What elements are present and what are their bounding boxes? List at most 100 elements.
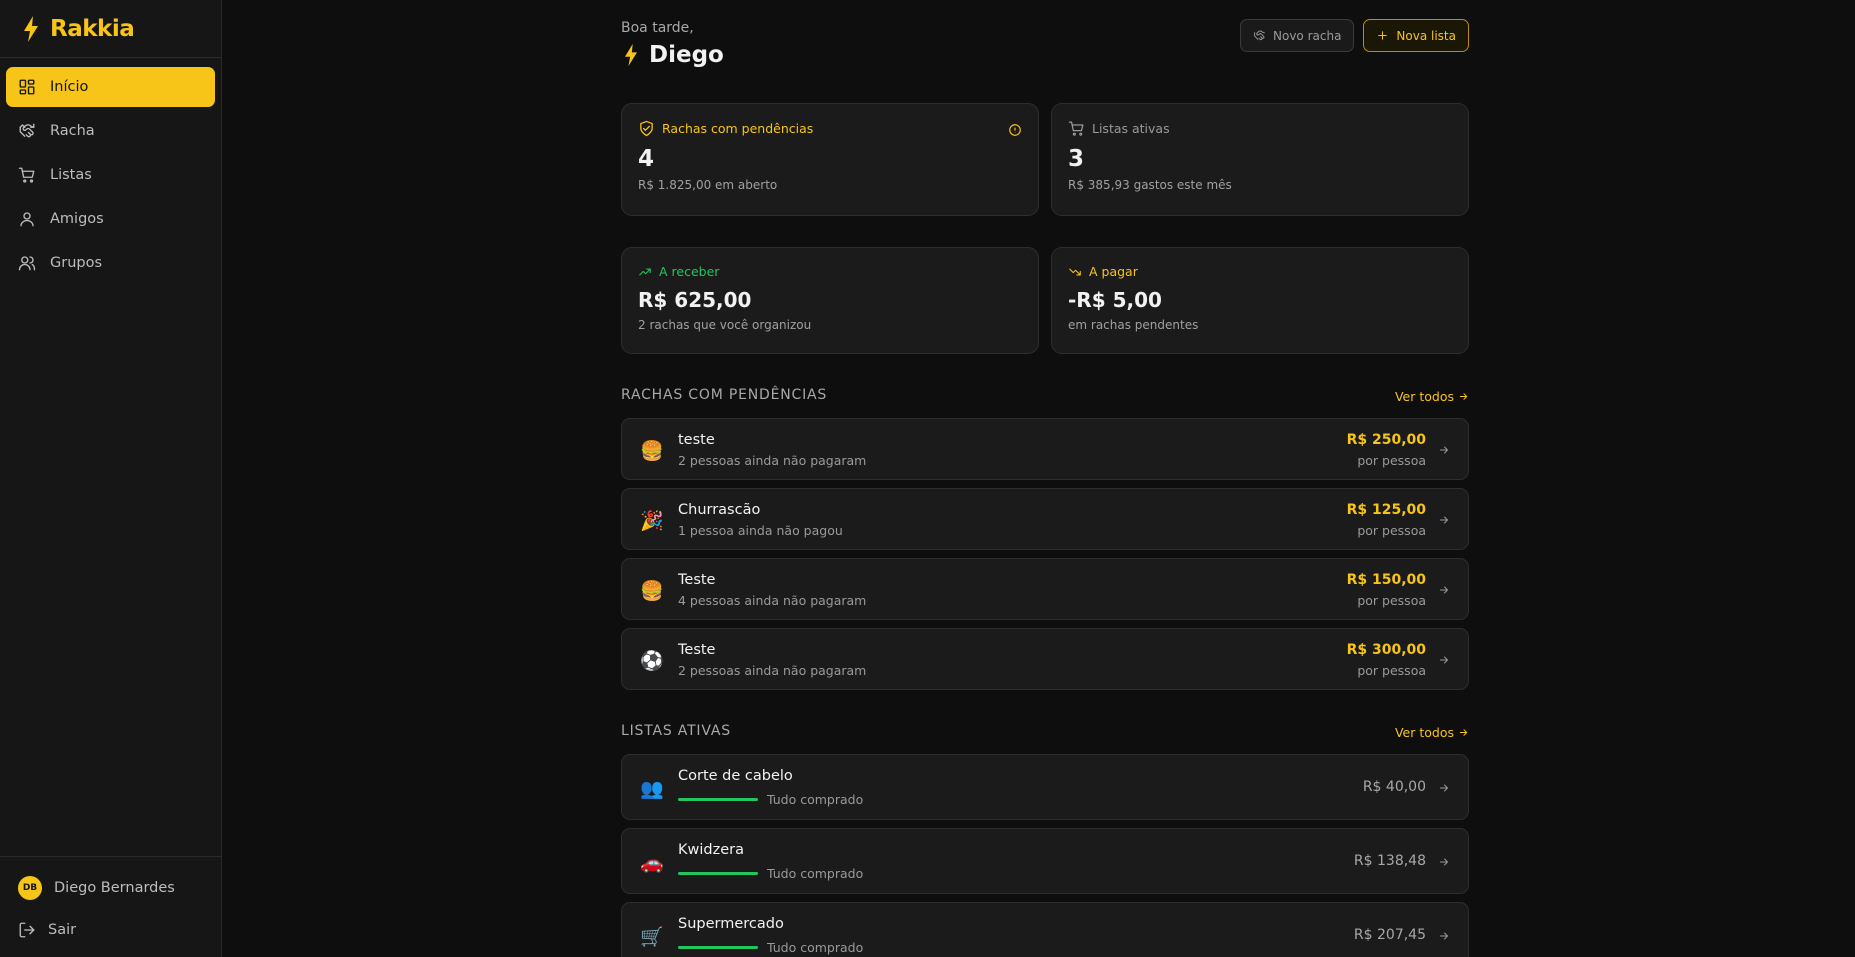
- sidebar-item-grupos[interactable]: Grupos: [6, 243, 215, 283]
- item-subtitle: 2 pessoas ainda não pagaram: [678, 663, 867, 678]
- pending-splits-sub: R$ 1.825,00 em aberto: [638, 178, 778, 192]
- burger-icon: 🍔: [640, 580, 664, 602]
- active-list-item[interactable]: 🛒 Supermercado Tudo comprado R$ 207,45: [621, 902, 1469, 957]
- arrow-right-icon: [1440, 586, 1448, 594]
- sidebar-nav: Início Racha Listas Amigos Grupos: [0, 58, 221, 296]
- active-list-item[interactable]: 🚗 Kwidzera Tudo comprado R$ 138,48: [621, 828, 1469, 894]
- cart-icon: [18, 167, 35, 183]
- arrow-right-icon: [1459, 393, 1468, 400]
- list-amount: R$ 40,00: [1362, 779, 1426, 795]
- to-pay-sub: em rachas pendentes: [1068, 318, 1199, 332]
- pending-splits-label-row: Rachas com pendências: [638, 120, 1022, 137]
- soccer-ball-icon: ⚽: [640, 650, 664, 672]
- pending-see-all-link[interactable]: Ver todos: [1395, 389, 1469, 404]
- pending-split-item[interactable]: ⚽ Teste 2 pessoas ainda não pagaram R$ 3…: [621, 628, 1469, 690]
- main-content: Boa tarde, Diego Novo racha Nova lista R…: [621, 0, 1469, 957]
- greeting: Boa tarde,: [621, 20, 694, 36]
- logout-icon: [19, 922, 35, 938]
- people-icon: 👥: [640, 778, 664, 800]
- arrow-right-icon: [1459, 729, 1468, 736]
- item-title: Kwidzera: [678, 842, 744, 858]
- list-status: Tudo comprado: [767, 866, 864, 881]
- sidebar-item-listas[interactable]: Listas: [6, 155, 215, 195]
- new-split-button[interactable]: Novo racha: [1240, 19, 1355, 52]
- item-per-person: por pessoa: [1357, 453, 1426, 468]
- progress-fill: [678, 872, 758, 875]
- list-amount: R$ 207,45: [1353, 927, 1426, 943]
- brand[interactable]: Rakkia: [0, 0, 221, 58]
- sidebar-item-racha[interactable]: Racha: [6, 111, 215, 151]
- item-amount: R$ 250,00: [1346, 432, 1426, 448]
- item-subtitle: 2 pessoas ainda não pagaram: [678, 453, 867, 468]
- shield-handshake-icon: [640, 120, 653, 137]
- pending-split-item[interactable]: 🍔 Teste 4 pessoas ainda não pagaram R$ 1…: [621, 558, 1469, 620]
- to-pay-value: -R$ 5,00: [1068, 288, 1162, 312]
- to-pay-card[interactable]: A pagar -R$ 5,00 em rachas pendentes: [1051, 247, 1469, 354]
- car-icon: 🚗: [640, 852, 664, 874]
- cart-icon: [1068, 121, 1084, 136]
- item-per-person: por pessoa: [1357, 663, 1426, 678]
- to-pay-label: A pagar: [1089, 264, 1138, 279]
- trending-up-icon: [639, 268, 651, 275]
- lists-section-title: LISTAS ATIVAS: [621, 723, 731, 739]
- sidebar-item-label: Listas: [50, 167, 92, 183]
- to-receive-label: A receber: [659, 264, 720, 279]
- item-amount: R$ 300,00: [1346, 642, 1426, 658]
- pending-splits-count: 4: [638, 146, 655, 172]
- dashboard-icon: [19, 79, 35, 95]
- burger-icon: 🍔: [640, 440, 664, 462]
- progress-fill: [678, 946, 758, 949]
- list-progress-bar: [678, 872, 758, 875]
- to-receive-sub: 2 rachas que você organizou: [638, 318, 812, 332]
- new-list-label: Nova lista: [1396, 28, 1456, 43]
- list-status: Tudo comprado: [767, 792, 864, 807]
- pending-split-item[interactable]: 🍔 teste 2 pessoas ainda não pagaram R$ 2…: [621, 418, 1469, 480]
- to-receive-label-row: A receber: [638, 264, 1022, 279]
- new-list-button[interactable]: Nova lista: [1363, 19, 1469, 52]
- party-icon: 🎉: [640, 510, 664, 532]
- item-amount: R$ 125,00: [1346, 502, 1426, 518]
- user-first-name: Diego: [649, 42, 724, 68]
- list-progress-bar: [678, 798, 758, 801]
- sidebar-item-label: Amigos: [50, 211, 104, 227]
- to-receive-card[interactable]: A receber R$ 625,00 2 rachas que você or…: [621, 247, 1039, 354]
- plus-icon: [1378, 31, 1388, 40]
- info-icon[interactable]: [1008, 123, 1022, 137]
- item-per-person: por pessoa: [1357, 593, 1426, 608]
- item-amount: R$ 150,00: [1346, 572, 1426, 588]
- arrow-right-icon: [1440, 932, 1448, 940]
- item-per-person: por pessoa: [1357, 523, 1426, 538]
- sidebar-item-label: Grupos: [50, 255, 103, 271]
- arrow-right-icon: [1440, 784, 1448, 792]
- page-header: Boa tarde, Diego Novo racha Nova lista: [621, 0, 1469, 72]
- logout-label: Sair: [48, 922, 77, 938]
- progress-fill: [678, 798, 758, 801]
- sidebar-item-amigos[interactable]: Amigos: [6, 199, 215, 239]
- lists-see-all-link[interactable]: Ver todos: [1395, 725, 1469, 740]
- see-all-label: Ver todos: [1394, 725, 1454, 740]
- shopping-cart-icon: 🛒: [640, 926, 664, 948]
- list-amount: R$ 138,48: [1353, 853, 1426, 869]
- stats-row-2: A receber R$ 625,00 2 rachas que você or…: [621, 247, 1469, 354]
- users-icon: [18, 256, 36, 271]
- user-profile[interactable]: DB Diego Bernardes: [0, 867, 221, 909]
- arrow-right-icon: [1440, 516, 1448, 524]
- stats-row-1: Rachas com pendências 4 R$ 1.825,00 em a…: [621, 103, 1469, 216]
- pending-splits-card[interactable]: Rachas com pendências 4 R$ 1.825,00 em a…: [621, 103, 1039, 216]
- active-lists-card[interactable]: Listas ativas 3 R$ 385,93 gastos este mê…: [1051, 103, 1469, 216]
- item-subtitle: 1 pessoa ainda não pagou: [678, 523, 843, 538]
- active-list-item[interactable]: 👥 Corte de cabelo Tudo comprado R$ 40,00: [621, 754, 1469, 820]
- brand-name: Rakkia: [50, 15, 135, 42]
- arrow-right-icon: [1440, 446, 1448, 454]
- logout-button[interactable]: Sair: [0, 909, 221, 951]
- sidebar-item-label: Início: [50, 79, 89, 95]
- pending-splits-label: Rachas com pendências: [662, 121, 814, 136]
- pending-split-item[interactable]: 🎉 Churrascão 1 pessoa ainda não pagou R$…: [621, 488, 1469, 550]
- see-all-label: Ver todos: [1394, 389, 1454, 404]
- header-actions: Novo racha Nova lista: [1240, 19, 1469, 52]
- item-subtitle: 4 pessoas ainda não pagaram: [678, 593, 867, 608]
- sidebar-item-inicio[interactable]: Início: [6, 67, 215, 107]
- new-split-label: Novo racha: [1273, 28, 1342, 43]
- bolt-icon: [24, 15, 38, 42]
- sidebar-item-label: Racha: [50, 123, 95, 139]
